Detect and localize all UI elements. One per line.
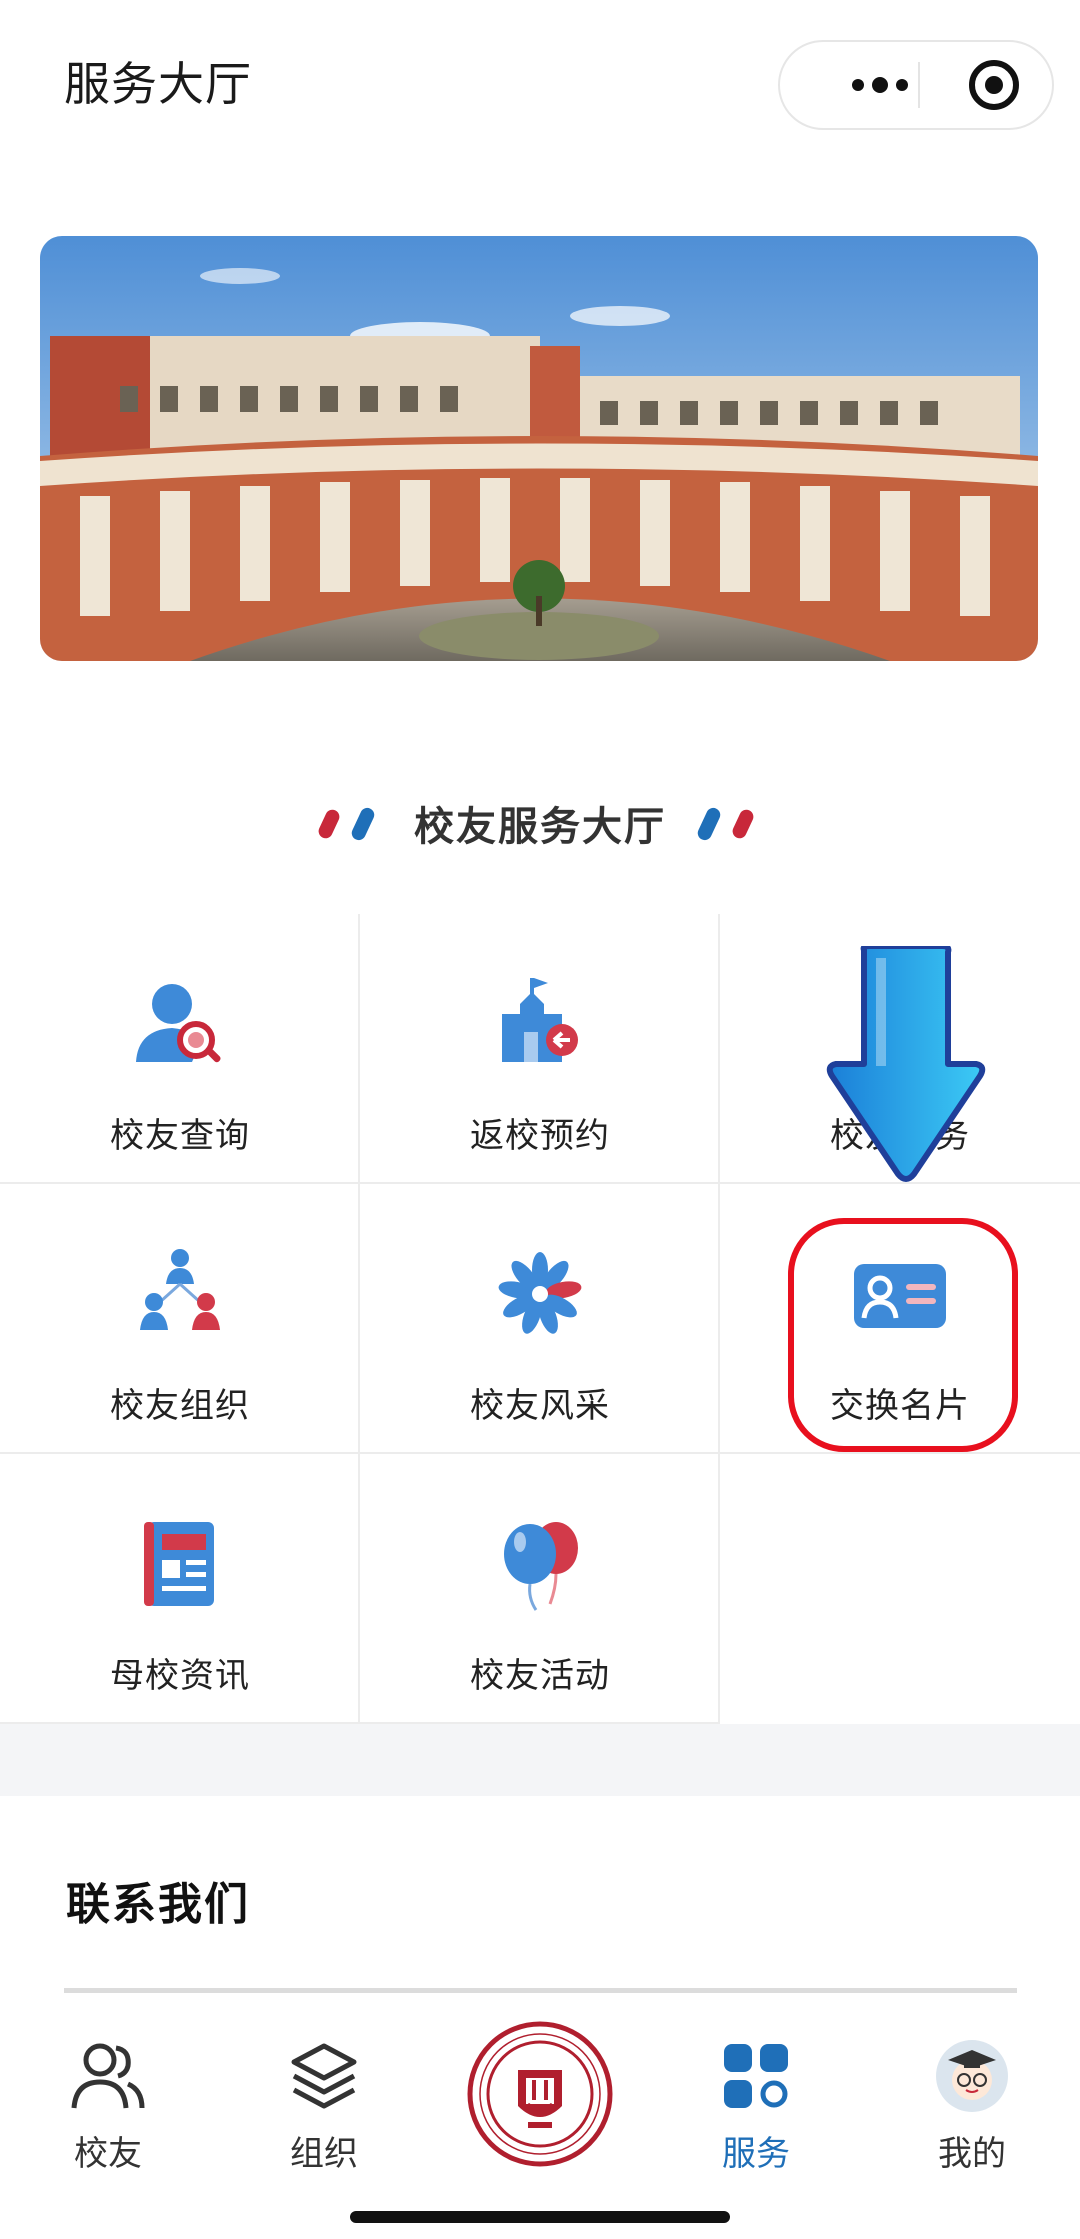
tab-service-label: 服务: [722, 2134, 790, 2174]
down-arrow-annotation: [826, 943, 986, 1182]
alumni-events-label: 校友活动: [470, 1656, 610, 1696]
section-title-text: 校友服务大厅: [414, 804, 666, 850]
capsule-divider: [918, 62, 920, 108]
school-news-item[interactable]: 母校资讯: [0, 1454, 360, 1724]
home-indicator: [350, 2211, 730, 2223]
header: 服务大厅: [0, 0, 1080, 170]
campus-banner[interactable]: [40, 236, 1038, 661]
alumni-search-icon: [130, 974, 230, 1074]
alumni-organization-label: 校友组织: [110, 1386, 250, 1426]
avatar-icon: [934, 2038, 1010, 2114]
alumni-showcase-label: 校友风采: [470, 1386, 610, 1426]
alumni-showcase-item[interactable]: 校友风采: [360, 1184, 720, 1454]
decorative-slash-icon: [697, 807, 754, 841]
alumni-showcase-icon: [490, 1244, 590, 1344]
campus-return-item[interactable]: 返校预约: [360, 914, 720, 1184]
contact-title: 联系我们: [66, 1879, 250, 1930]
grid-apps-icon: [718, 2038, 794, 2114]
campus-return-icon: [490, 974, 590, 1074]
mini-program-capsule: [778, 40, 1054, 130]
school-news-icon: [130, 1514, 230, 1614]
alumni-search-item[interactable]: 校友查询: [0, 914, 360, 1184]
alumni-organization-icon: [130, 1244, 230, 1344]
section-title: 校友服务大厅: [0, 788, 1080, 858]
tab-mine[interactable]: 我的: [864, 2000, 1080, 2200]
university-logo: [466, 2020, 614, 2168]
tab-organization[interactable]: 组织: [216, 2000, 432, 2200]
decorative-slash-icon: [318, 807, 375, 841]
layers-icon: [286, 2038, 362, 2114]
tab-alumni[interactable]: 校友: [0, 2000, 216, 2200]
tab-alumni-label: 校友: [74, 2134, 142, 2174]
tab-bar: 校友 组织 服务 我的: [0, 2000, 1080, 2239]
page-title: 服务大厅: [64, 57, 252, 111]
contact-divider: [64, 1988, 1017, 1993]
alumni-organization-item[interactable]: 校友组织: [0, 1184, 360, 1454]
tab-service[interactable]: 服务: [648, 2000, 864, 2200]
alumni-search-label: 校友查询: [110, 1116, 250, 1156]
more-dots-icon[interactable]: [820, 42, 940, 128]
section-separator: [0, 1724, 1080, 1796]
tab-organization-label: 组织: [290, 2134, 358, 2174]
tab-university-logo[interactable]: [432, 2000, 648, 2200]
alumni-events-icon: [490, 1514, 590, 1614]
campus-return-label: 返校预约: [470, 1116, 610, 1156]
mini-program-target-icon[interactable]: [944, 42, 1044, 128]
people-icon: [70, 2038, 146, 2114]
tab-mine-label: 我的: [938, 2134, 1006, 2174]
alumni-events-item[interactable]: 校友活动: [360, 1454, 720, 1724]
highlight-box-annotation: [788, 1218, 1018, 1452]
campus-building-photo: [40, 236, 1038, 661]
school-news-label: 母校资讯: [110, 1656, 250, 1696]
